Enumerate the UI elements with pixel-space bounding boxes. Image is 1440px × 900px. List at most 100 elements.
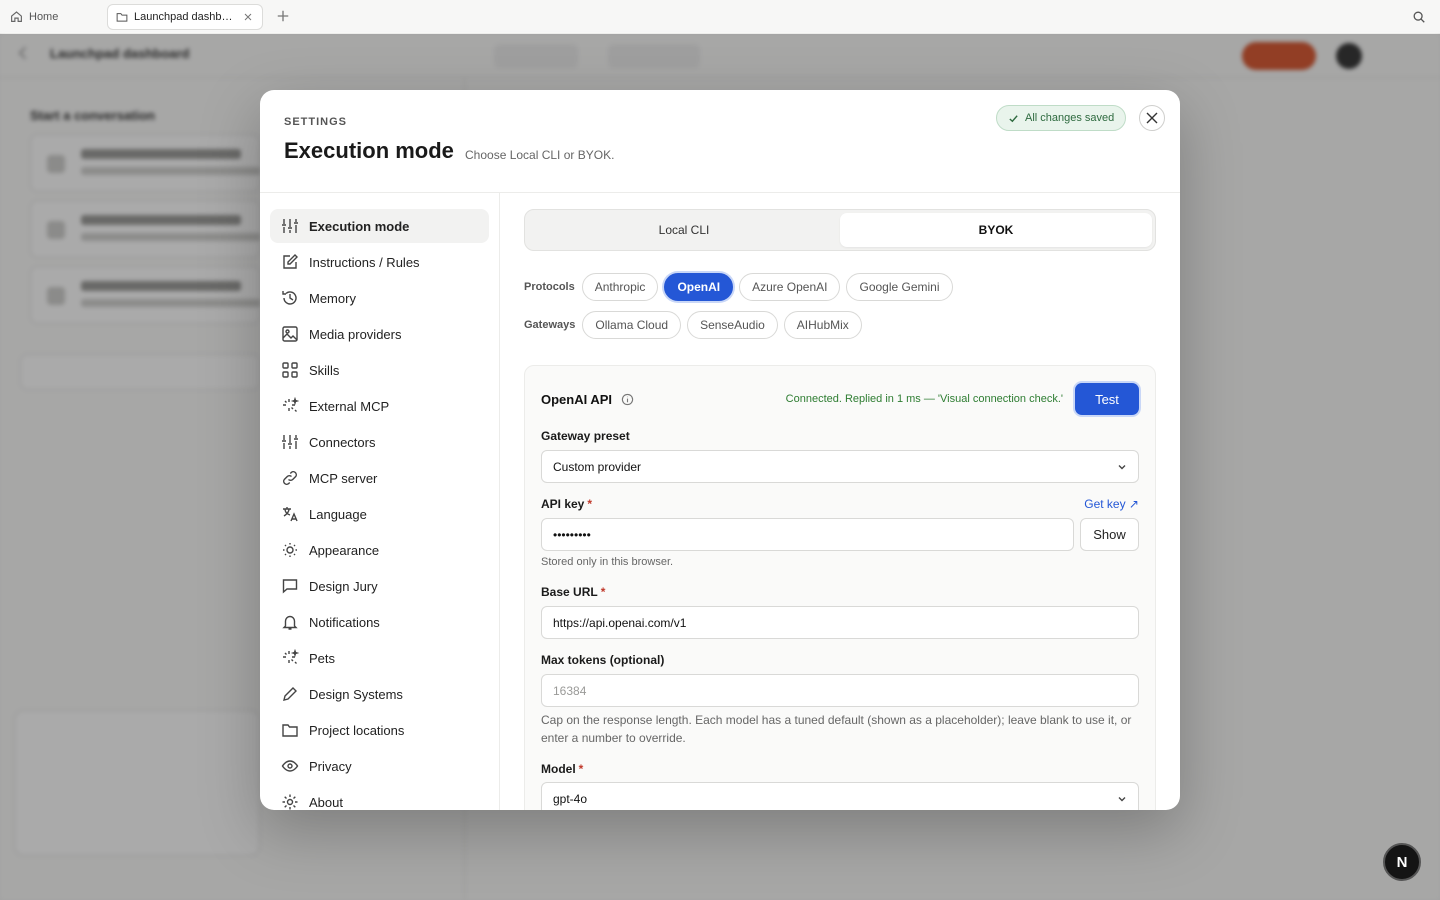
base-url-input[interactable]: https://api.openai.com/v1 <box>541 606 1139 639</box>
max-tokens-label-text: Max tokens (optional) <box>541 653 665 667</box>
page-subtitle: Choose Local CLI or BYOK. <box>465 148 615 162</box>
sidebar-item-connectors[interactable]: Connectors <box>270 425 489 459</box>
page-title: Execution mode <box>284 138 454 163</box>
provider-title: OpenAI API <box>541 391 613 407</box>
get-key-link[interactable]: Get key ↗ <box>1084 497 1139 511</box>
sparkle-icon <box>283 397 299 412</box>
sidebar-item-execution-mode[interactable]: Execution mode <box>270 209 489 243</box>
protocol-google-gemini[interactable]: Google Gemini <box>846 273 953 301</box>
sidebar-item-language[interactable]: Language <box>270 497 489 531</box>
protocols-label: Protocols <box>524 281 575 293</box>
required-mark: * <box>600 585 606 599</box>
active-tab-label: Launchpad dashboard <box>134 11 236 23</box>
sliders-icon <box>282 435 298 449</box>
sidebar-item-label: Language <box>309 506 367 522</box>
sidebar-item-label: Design Systems <box>309 686 403 702</box>
sidebar-item-about[interactable]: About <box>270 785 489 810</box>
sidebar-item-notifications[interactable]: Notifications <box>270 605 489 639</box>
sidebar-item-design-systems[interactable]: Design Systems <box>270 677 489 711</box>
api-key-label-text: API key <box>541 497 585 511</box>
api-key-input[interactable]: ••••••••• <box>541 518 1074 551</box>
execution-mode-toggle: Local CLI BYOK <box>524 209 1156 251</box>
sidebar-item-media-providers[interactable]: Media providers <box>270 317 489 351</box>
base-url-label-text: Base URL <box>541 585 598 599</box>
sidebar-item-privacy[interactable]: Privacy <box>270 749 489 783</box>
new-tab-icon[interactable] <box>276 9 290 23</box>
test-button[interactable]: Test <box>1075 383 1139 415</box>
sidebar-item-project-locations[interactable]: Project locations <box>270 713 489 747</box>
protocol-azure-openai[interactable]: Azure OpenAI <box>739 273 841 301</box>
sidebar-item-memory[interactable]: Memory <box>270 281 489 315</box>
sidebar-item-label: External MCP <box>309 398 390 414</box>
api-key-label: API key * <box>541 497 592 511</box>
sidebar-item-appearance[interactable]: Appearance <box>270 533 489 567</box>
gateway-aihubmix[interactable]: AIHubMix <box>783 311 862 339</box>
max-tokens-input[interactable]: 16384 <box>541 674 1139 707</box>
show-key-button[interactable]: Show <box>1080 518 1139 551</box>
sidebar-item-design-jury[interactable]: Design Jury <box>270 569 489 603</box>
model-select[interactable]: gpt-4o <box>541 782 1139 810</box>
base-url-label: Base URL * <box>541 585 605 599</box>
sidebar-item-label: Skills <box>309 362 340 378</box>
pen-icon <box>283 687 297 701</box>
image-icon <box>282 326 298 342</box>
floating-avatar-button[interactable]: N <box>1383 843 1421 881</box>
chevron-down-icon <box>1118 797 1126 802</box>
sidebar-item-label: Instructions / Rules <box>309 254 420 270</box>
translate-icon <box>283 507 298 522</box>
sidebar-item-mcp-server[interactable]: MCP server <box>270 461 489 495</box>
info-icon[interactable] <box>621 393 634 406</box>
gateway-ollama-cloud[interactable]: Ollama Cloud <box>582 311 682 339</box>
max-tokens-placeholder: 16384 <box>553 683 587 698</box>
protocol-openai[interactable]: OpenAI <box>664 273 734 301</box>
connection-status: Connected. Replied in 1 ms — 'Visual con… <box>785 393 1063 405</box>
search-icon[interactable] <box>1412 10 1426 24</box>
bell-icon <box>282 615 298 630</box>
model-label-text: Model <box>541 762 576 776</box>
sidebar-item-label: Project locations <box>309 722 405 738</box>
settings-content: Local CLI BYOK Protocols Anthropic OpenA… <box>524 209 1156 810</box>
protocol-anthropic[interactable]: Anthropic <box>581 273 659 301</box>
home-tab[interactable]: Home <box>0 0 68 34</box>
required-mark: * <box>578 762 584 776</box>
gateway-preset-label-text: Gateway preset <box>541 429 630 443</box>
sidebar-item-label: Execution mode <box>309 218 410 234</box>
link-icon <box>283 471 297 485</box>
sun-icon <box>283 543 297 557</box>
settings-modal: SETTINGS Execution mode Choose Local CLI… <box>260 90 1180 810</box>
sidebar-item-external-mcp[interactable]: External MCP <box>270 389 489 423</box>
close-button[interactable] <box>1139 105 1165 131</box>
sidebar-item-label: Design Jury <box>309 578 378 594</box>
active-browser-tab[interactable]: Launchpad dashboard <box>107 4 263 30</box>
sidebar-item-label: Memory <box>309 290 356 306</box>
sidebar-item-pets[interactable]: Pets <box>270 641 489 675</box>
sidebar-item-label: Connectors <box>309 434 376 450</box>
chevron-down-icon <box>1118 465 1126 470</box>
sidebar-item-skills[interactable]: Skills <box>270 353 489 387</box>
sidebar-item-instructions[interactable]: Instructions / Rules <box>270 245 489 279</box>
close-tab-icon[interactable] <box>242 11 254 23</box>
gateway-preset-select[interactable]: Custom provider <box>541 450 1139 483</box>
edit-icon <box>283 254 298 269</box>
gateway-senseaudio[interactable]: SenseAudio <box>687 311 778 339</box>
settings-sidebar: Execution mode Instructions / Rules Memo… <box>260 193 500 810</box>
required-mark: * <box>587 497 593 511</box>
sidebar-item-label: Media providers <box>309 326 402 342</box>
history-icon <box>282 291 297 305</box>
close-icon <box>1146 112 1158 124</box>
folder-icon <box>282 724 298 737</box>
sidebar-item-label: Privacy <box>309 758 352 774</box>
sidebar-item-label: Pets <box>309 650 336 666</box>
modal-body: Execution mode Instructions / Rules Memo… <box>260 192 1180 810</box>
settings-kicker: SETTINGS <box>284 116 348 128</box>
api-key-value: ••••••••• <box>553 527 591 542</box>
mode-local-cli[interactable]: Local CLI <box>528 213 840 247</box>
mode-byok[interactable]: BYOK <box>840 213 1152 247</box>
saved-status-badge: All changes saved <box>996 105 1127 131</box>
max-tokens-label: Max tokens (optional) <box>541 653 664 667</box>
sliders-icon <box>282 219 298 233</box>
browser-tab-bar: Home Launchpad dashboard <box>0 0 1440 34</box>
eye-icon <box>281 760 299 772</box>
folder-icon <box>116 13 128 22</box>
check-icon <box>1009 115 1018 123</box>
